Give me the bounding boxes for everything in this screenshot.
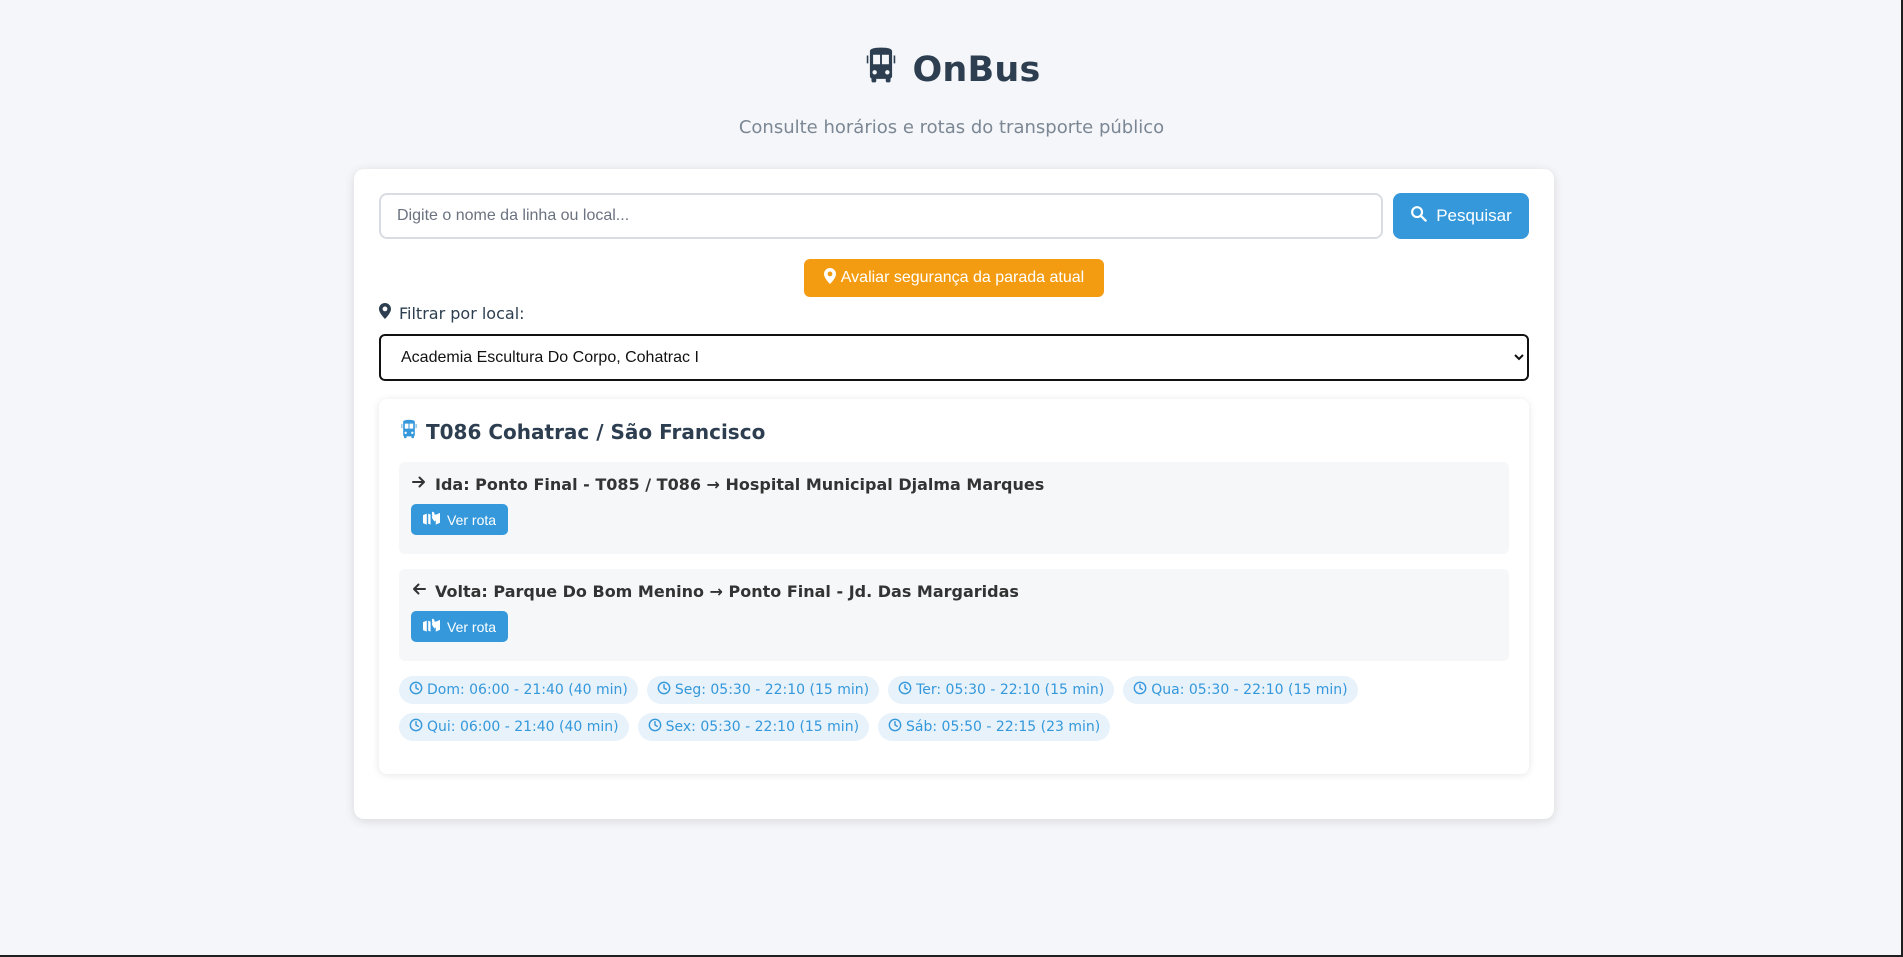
evaluate-safety-label: Avaliar segurança da parada atual (840, 269, 1085, 286)
arrow-right-icon (411, 474, 427, 494)
view-outbound-route-button[interactable]: Ver rota (411, 504, 509, 535)
evaluate-safety-button[interactable]: Avaliar segurança da parada atual (803, 259, 1105, 297)
search-input[interactable] (379, 193, 1383, 239)
location-pin-icon (379, 303, 391, 323)
search-button-label: Pesquisar (1436, 206, 1512, 225)
return-text: Volta: Parque Do Bom Menino → Ponto Fina… (435, 581, 1019, 601)
clock-icon (648, 718, 662, 736)
bus-icon (862, 46, 900, 93)
map-marker-icon (823, 267, 836, 289)
safety-wrap: Avaliar segurança da parada atual (379, 259, 1529, 297)
subtitle: Consulte horários e rotas do transporte … (738, 117, 1165, 138)
schedule-chip-ter: Ter: 05:30 - 22:10 (15 min) (888, 676, 1115, 704)
outbound-text: Ida: Ponto Final - T085 / T086 → Hospita… (435, 474, 1045, 494)
view-return-route-button[interactable]: Ver rota (411, 611, 509, 642)
map-icon (423, 618, 440, 635)
schedule-text: Qui: 06:00 - 21:40 (40 min) (427, 719, 619, 735)
view-return-route-label: Ver rota (447, 618, 497, 635)
schedule-text: Qua: 05:30 - 22:10 (15 min) (1151, 682, 1348, 698)
page: OnBus Consulte horários e rotas do trans… (0, 0, 1903, 957)
schedule-text: Sex: 05:30 - 22:10 (15 min) (665, 719, 860, 735)
search-icon (1410, 205, 1427, 227)
schedule-chip-seg: Seg: 05:30 - 22:10 (15 min) (646, 676, 880, 704)
return-line: Volta: Parque Do Bom Menino → Ponto Fina… (411, 581, 1497, 601)
search-row: Pesquisar (379, 193, 1529, 239)
schedule-list: Dom: 06:00 - 21:40 (40 min) Seg: 05:30 -… (399, 676, 1509, 741)
clock-icon (409, 718, 423, 736)
schedule-text: Sáb: 05:50 - 22:15 (23 min) (906, 719, 1101, 735)
clock-icon (409, 681, 423, 699)
map-icon (423, 511, 440, 528)
search-button[interactable]: Pesquisar (1393, 193, 1529, 239)
main-panel: Pesquisar Avaliar segurança da parada at… (354, 169, 1554, 819)
clock-icon (1133, 681, 1147, 699)
schedule-text: Seg: 05:30 - 22:10 (15 min) (674, 682, 870, 698)
schedule-text: Dom: 06:00 - 21:40 (40 min) (427, 682, 628, 698)
arrow-left-icon (411, 581, 427, 601)
filter-label-text: Filtrar por local: (399, 303, 525, 323)
schedule-text: Ter: 05:30 - 22:10 (15 min) (916, 682, 1105, 698)
clock-icon (898, 681, 912, 699)
location-select[interactable]: Academia Escultura Do Corpo, Cohatrac I (379, 334, 1529, 381)
route-title-text: T086 Cohatrac / São Francisco (426, 419, 766, 444)
app-title: OnBus (862, 46, 1040, 93)
schedule-chip-qui: Qui: 06:00 - 21:40 (40 min) (399, 713, 629, 741)
clock-icon (888, 718, 902, 736)
view-outbound-route-label: Ver rota (447, 511, 497, 528)
route-card: T086 Cohatrac / São Francisco Ida: Ponto… (379, 399, 1529, 774)
filter-label: Filtrar por local: (379, 303, 1529, 323)
route-title: T086 Cohatrac / São Francisco (399, 419, 1509, 444)
outbound-direction: Ida: Ponto Final - T085 / T086 → Hospita… (399, 462, 1509, 554)
schedule-chip-dom: Dom: 06:00 - 21:40 (40 min) (399, 676, 638, 704)
schedule-chip-sab: Sáb: 05:50 - 22:15 (23 min) (878, 713, 1111, 741)
outbound-line: Ida: Ponto Final - T085 / T086 → Hospita… (411, 474, 1497, 494)
bus-icon (399, 419, 419, 444)
app-title-text: OnBus (912, 49, 1041, 90)
header: OnBus Consulte horários e rotas do trans… (0, 0, 1903, 138)
return-direction: Volta: Parque Do Bom Menino → Ponto Fina… (399, 569, 1509, 661)
schedule-chip-qua: Qua: 05:30 - 22:10 (15 min) (1123, 676, 1358, 704)
schedule-chip-sex: Sex: 05:30 - 22:10 (15 min) (637, 713, 870, 741)
clock-icon (657, 681, 671, 699)
